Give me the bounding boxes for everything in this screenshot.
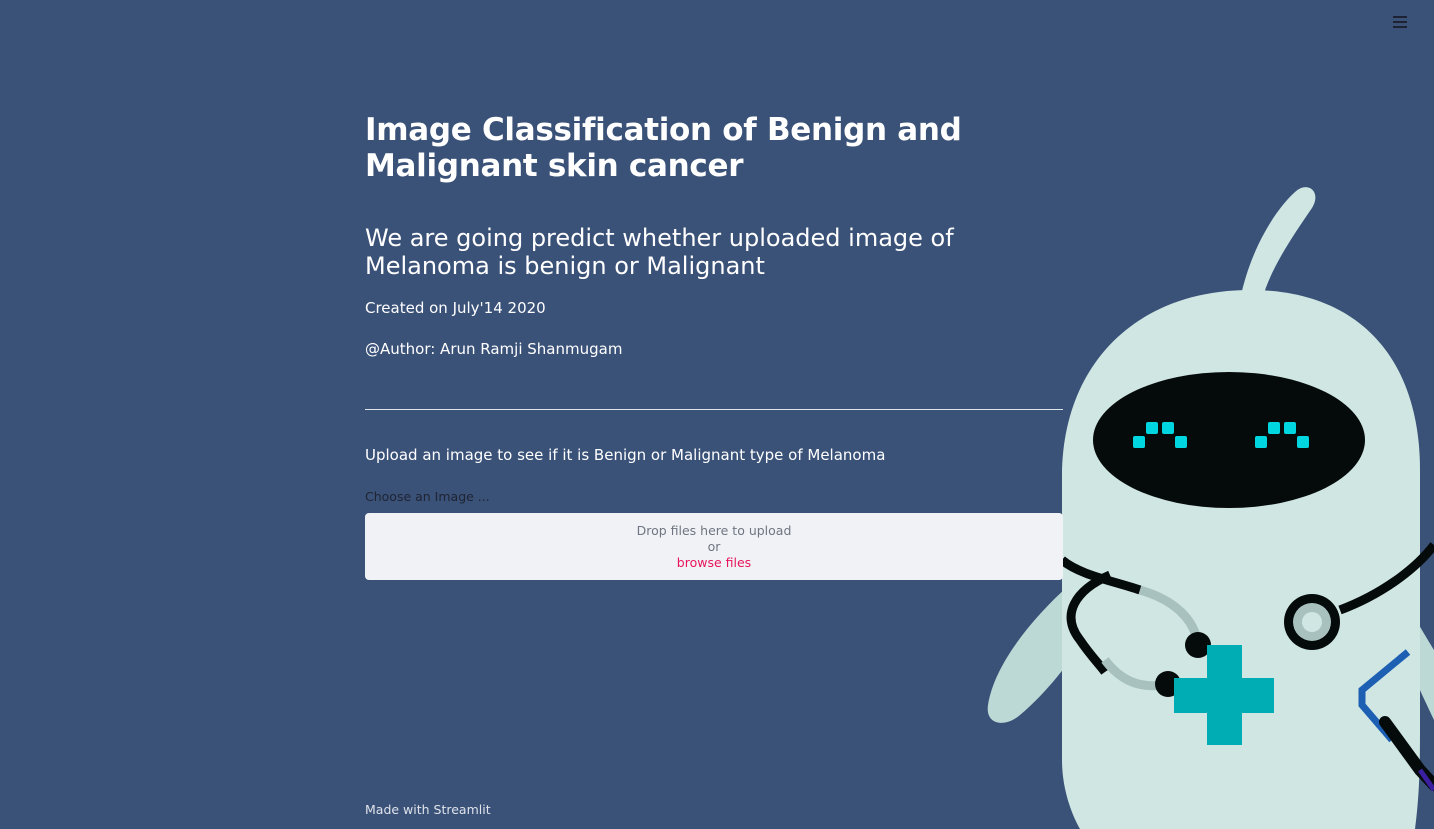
author-text: @Author: Arun Ramji Shanmugam (365, 340, 623, 358)
dropzone-or-text: or (707, 538, 721, 554)
browse-files-link[interactable]: browse files (677, 555, 751, 571)
file-uploader-label: Choose an Image ... (365, 489, 490, 504)
dropzone-text: Drop files here to upload (636, 522, 792, 538)
upload-instructions: Upload an image to see if it is Benign o… (365, 446, 886, 464)
page-subtitle: We are going predict whether uploaded im… (365, 224, 954, 280)
app-root: Image Classification of Benign and Malig… (0, 0, 1434, 829)
section-divider (365, 409, 1063, 410)
footer-text[interactable]: Made with Streamlit (365, 802, 491, 818)
created-date-text: Created on July'14 2020 (365, 299, 546, 317)
file-dropzone[interactable]: Drop files here to upload or browse file… (365, 513, 1063, 580)
page-title: Image Classification of Benign and Malig… (365, 112, 962, 184)
hamburger-menu-icon[interactable] (1386, 10, 1414, 34)
main-content: Image Classification of Benign and Malig… (365, 112, 1063, 580)
